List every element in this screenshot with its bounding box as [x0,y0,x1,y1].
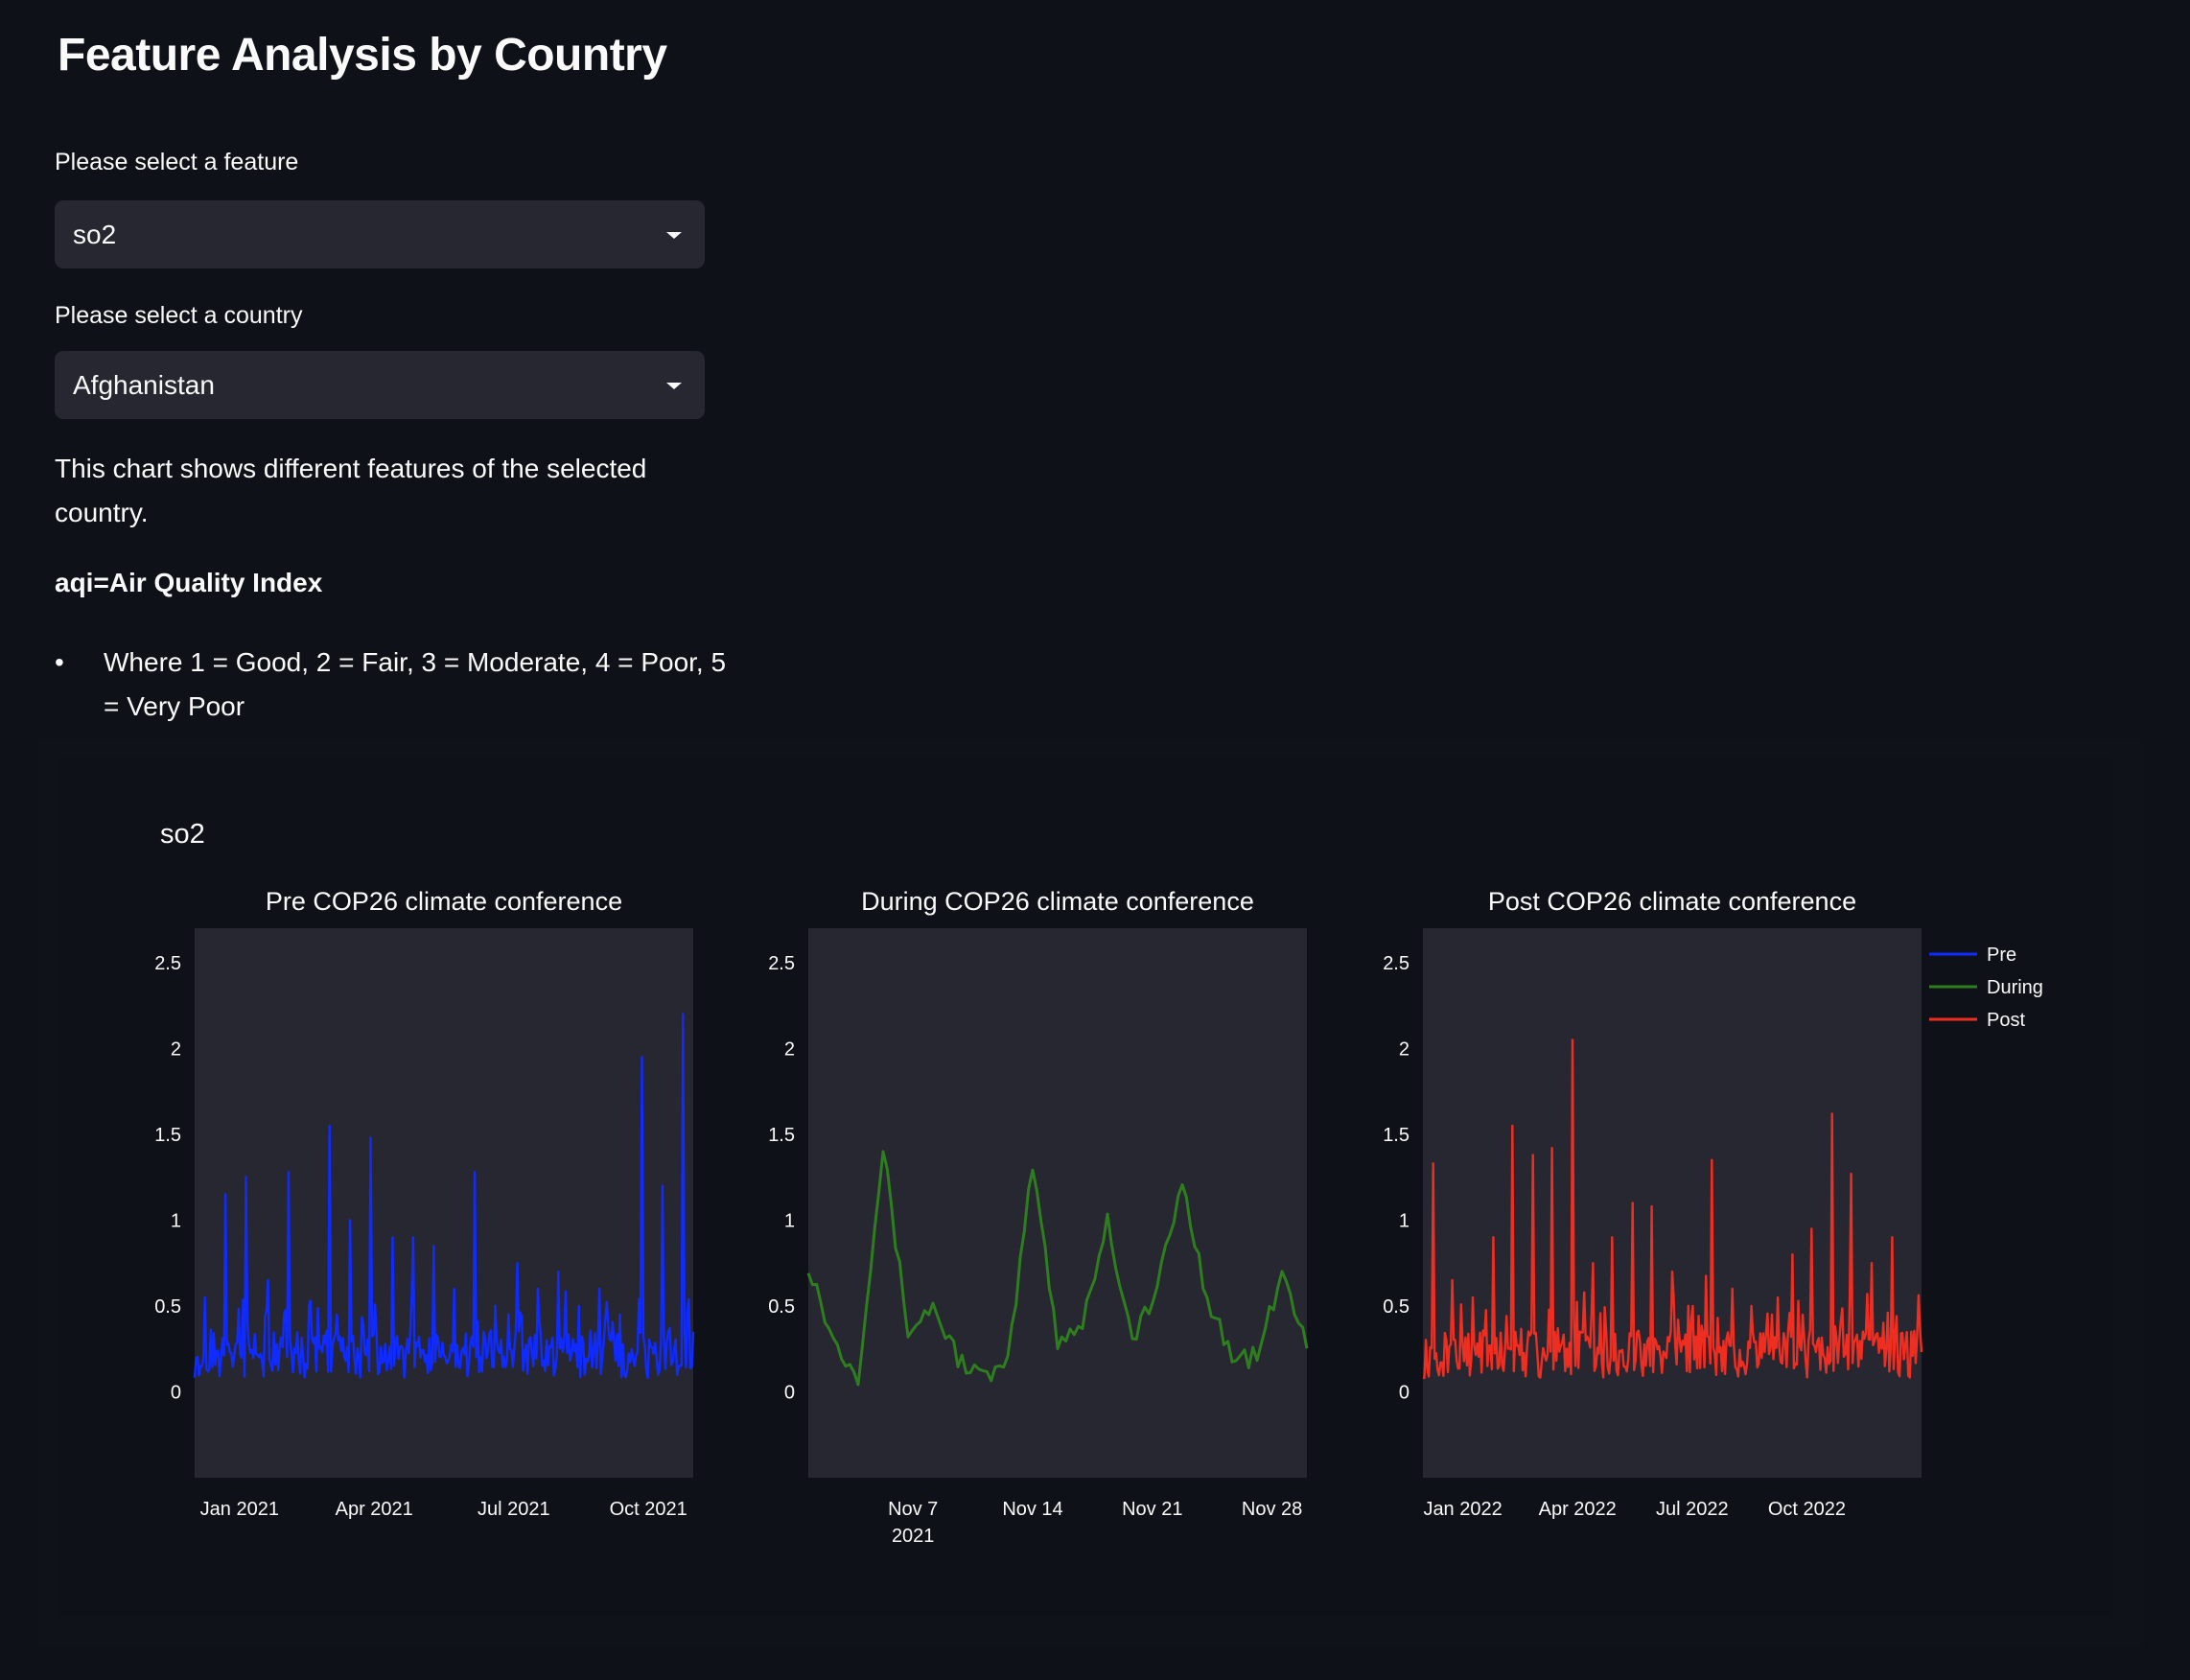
y-tick-label: 0 [1399,1382,1410,1403]
x-tick-label: Jan 2021 [200,1499,279,1520]
plot-area [195,928,693,1478]
caret-down-icon [666,382,682,389]
aqi-heading: aqi=Air Quality Index [55,568,323,597]
y-tick-label: 2.5 [768,953,795,974]
feature-select-value: so2 [73,219,117,249]
y-tick-label: 0 [784,1382,795,1403]
plot-area [1423,928,1922,1478]
y-tick-label: 1.5 [154,1125,181,1146]
x-tick-label: Jan 2022 [1423,1499,1502,1520]
y-tick-label: 1 [171,1210,181,1231]
y-tick-label: 0.5 [154,1296,181,1318]
so2-line-chart[interactable]: so2 Pre COP26 climate conference 0 0.5 1 1.5 2… [58,758,2113,1616]
country-select[interactable]: Afghanistan [55,351,705,419]
x-tick-label: 2021 [892,1526,935,1547]
country-select-label: Please select a country [55,302,303,329]
x-tick-label: Apr 2021 [336,1499,413,1520]
chart-panel: so2 Pre COP26 climate conference 0 0.5 1 1.5 2… [58,758,2113,1616]
y-tick-label: 0.5 [1383,1296,1410,1318]
chart-description: This chart shows different features of t… [55,454,647,527]
x-tick-label: Jul 2022 [1656,1499,1729,1520]
legend-item: During [1987,977,2043,998]
feature-select-label: Please select a feature [55,149,299,175]
feature-select[interactable]: so2 [55,200,705,268]
page-title: Feature Analysis by Country [58,30,667,81]
panel-title: During COP26 climate conference [861,887,1254,916]
y-tick-label: 2 [171,1038,181,1060]
y-tick-label: 1.5 [768,1125,795,1146]
y-tick-label: 2.5 [1383,953,1410,974]
page: Feature Analysis by Country Please selec… [0,0,2190,1680]
x-tick-label: Apr 2022 [1539,1499,1617,1520]
y-tick-label: 2.5 [154,953,181,974]
plot-area [808,928,1307,1478]
x-tick-label: Jul 2021 [478,1499,550,1520]
y-tick-label: 2 [784,1038,795,1060]
country-select-value: Afghanistan [73,369,215,400]
y-tick-label: 0 [171,1382,181,1403]
y-tick-label: 2 [1399,1038,1410,1060]
x-tick-label: Nov 28 [1242,1499,1302,1520]
legend-item: Post [1987,1010,2025,1031]
y-tick-label: 0.5 [768,1296,795,1318]
bullet-dot: • [55,647,64,677]
panel-title: Pre COP26 climate conference [266,887,622,916]
x-tick-label: Oct 2022 [1768,1499,1846,1520]
legend-item: Pre [1987,945,2016,966]
chart-title: so2 [160,819,205,850]
y-tick-label: 1 [784,1210,795,1231]
y-tick-label: 1 [1399,1210,1410,1231]
panel-title: Post COP26 climate conference [1488,887,1856,916]
x-tick-label: Nov 21 [1122,1499,1182,1520]
aqi-bullet-text: Where 1 = Good, 2 = Fair, 3 = Moderate, … [104,647,727,721]
x-tick-label: Nov 7 [888,1499,938,1520]
x-tick-label: Nov 14 [1002,1499,1062,1520]
x-tick-label: Oct 2021 [610,1499,687,1520]
caret-down-icon [666,231,682,239]
y-tick-label: 1.5 [1383,1125,1410,1146]
